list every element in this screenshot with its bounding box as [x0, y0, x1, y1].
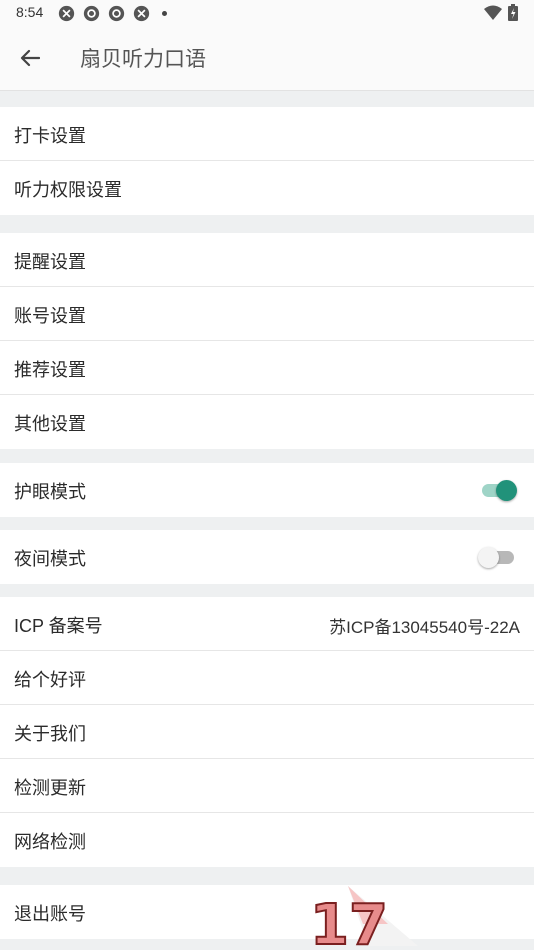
listening-permission-settings-item[interactable]: 听力权限设置	[0, 161, 534, 215]
icp-record-value: 苏ICP备13045540号-22A	[329, 618, 520, 637]
recommendation-settings-item[interactable]: 推荐设置	[0, 341, 534, 395]
more-notifications-dot	[162, 11, 167, 16]
settings-group-general: 提醒设置 账号设置 推荐设置 其他设置	[0, 233, 534, 449]
night-mode-toggle[interactable]	[478, 547, 516, 568]
status-bar: 8:54	[0, 0, 534, 26]
toggle-thumb	[496, 480, 517, 501]
about-us-item[interactable]: 关于我们	[0, 705, 534, 759]
settings-group-about: ICP 备案号 苏ICP备13045540号-22A 给个好评 关于我们 检测更…	[0, 597, 534, 867]
icp-record-item[interactable]: ICP 备案号 苏ICP备13045540号-22A	[0, 597, 534, 651]
status-notification-icons	[58, 5, 167, 22]
icp-record-label: ICP 备案号	[14, 616, 103, 636]
settings-group-logout: 退出账号	[0, 885, 534, 939]
bluetooth-like-icon	[133, 5, 150, 22]
logout-label: 退出账号	[14, 904, 86, 925]
network-check-item[interactable]: 网络检测	[0, 813, 534, 867]
eye-mode-item: 护眼模式	[0, 463, 534, 517]
eye-mode-label: 护眼模式	[14, 482, 86, 503]
bluetooth-like-icon	[58, 5, 75, 22]
settings-group-eye-mode: 护眼模式	[0, 463, 534, 517]
status-system-icons	[484, 4, 518, 21]
check-update-label: 检测更新	[14, 778, 86, 799]
other-settings-item[interactable]: 其他设置	[0, 395, 534, 449]
other-settings-label: 其他设置	[14, 414, 86, 435]
network-check-label: 网络检测	[14, 832, 86, 853]
checkin-settings-label: 打卡设置	[14, 126, 86, 147]
account-settings-item[interactable]: 账号设置	[0, 287, 534, 341]
night-mode-item: 夜间模式	[0, 530, 534, 584]
check-update-item[interactable]: 检测更新	[0, 759, 534, 813]
settings-group-checkin: 打卡设置 听力权限设置	[0, 107, 534, 215]
listening-permission-settings-label: 听力权限设置	[14, 180, 122, 201]
wifi-icon	[484, 5, 502, 20]
night-mode-label: 夜间模式	[14, 549, 86, 570]
page-title: 扇贝听力口语	[80, 47, 206, 71]
status-time: 8:54	[16, 4, 44, 20]
about-us-label: 关于我们	[14, 724, 86, 745]
chrome-like-icon	[83, 5, 100, 22]
reminder-settings-label: 提醒设置	[14, 252, 86, 273]
checkin-settings-item[interactable]: 打卡设置	[0, 107, 534, 161]
recommendation-settings-label: 推荐设置	[14, 360, 86, 381]
settings-group-night-mode: 夜间模式	[0, 530, 534, 584]
watermark-logo: 17	[309, 886, 418, 950]
rate-app-label: 给个好评	[14, 670, 86, 691]
logout-item[interactable]: 退出账号	[0, 885, 534, 939]
chrome-like-icon	[108, 5, 125, 22]
rate-app-item[interactable]: 给个好评	[0, 651, 534, 705]
back-button[interactable]	[14, 44, 46, 72]
toggle-thumb	[478, 547, 499, 568]
eye-mode-toggle[interactable]	[480, 480, 517, 501]
watermark-text: 17	[310, 893, 388, 950]
battery-icon	[508, 4, 518, 21]
arrow-back-icon	[20, 49, 40, 67]
reminder-settings-item[interactable]: 提醒设置	[0, 233, 534, 287]
account-settings-label: 账号设置	[14, 306, 86, 327]
app-bar: 扇贝听力口语	[0, 26, 534, 91]
